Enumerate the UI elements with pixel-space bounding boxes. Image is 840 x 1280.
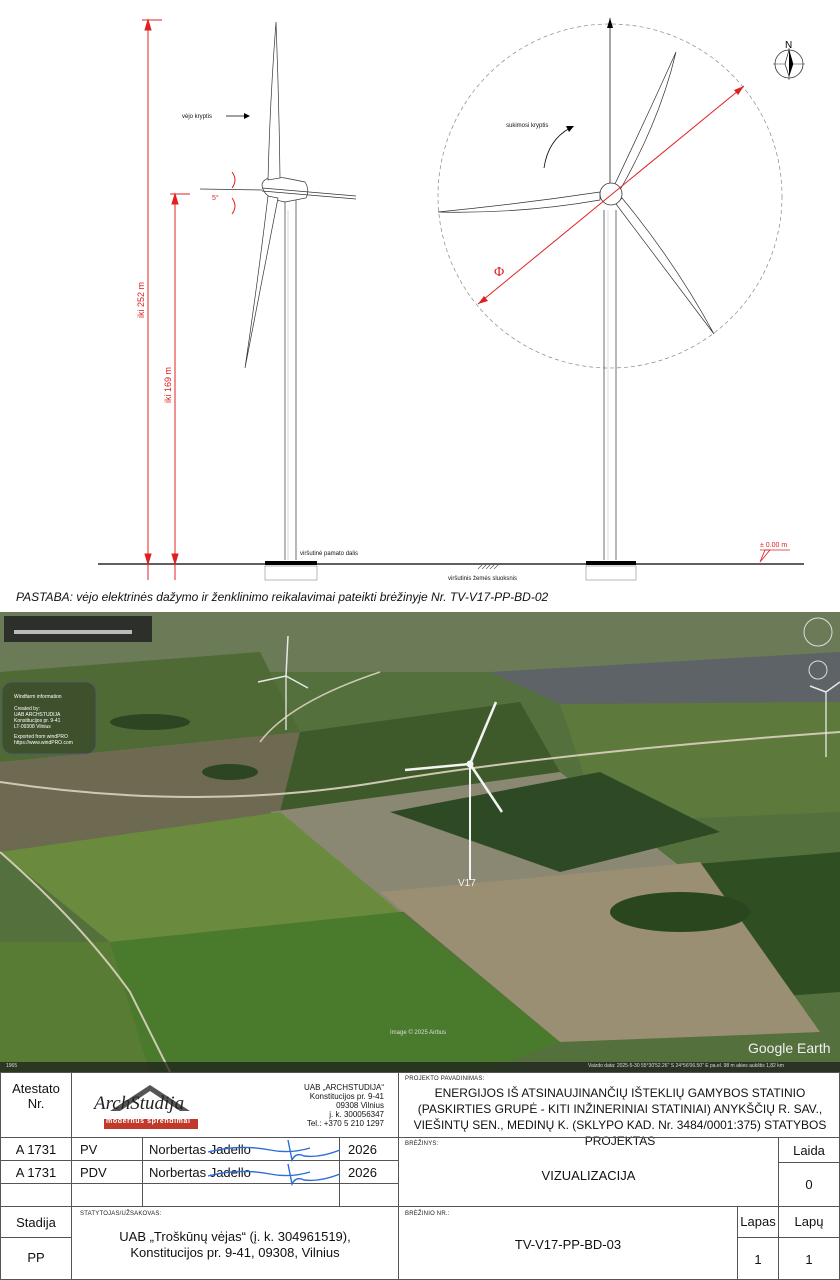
- lapas-label-cell: Lapas: [737, 1206, 779, 1238]
- aerial-svg: [0, 612, 840, 1072]
- tilt-arrow-bottom: [231, 197, 236, 215]
- north-arrow-icon: [773, 48, 805, 80]
- lapu-label: Lapų: [794, 1214, 824, 1229]
- foundation-label: viršutinė pamato dalis: [300, 551, 358, 557]
- laida-value-cell: 0: [778, 1162, 840, 1207]
- lapas-value-cell: 1: [737, 1237, 779, 1280]
- company-code: j. k. 300056347: [329, 1110, 384, 1119]
- zero-level-label: ± 0.00 m: [760, 542, 787, 549]
- drawing-svg: iki 252 m iki 169 m 5° vėjo kryptis virš…: [98, 18, 805, 582]
- company-address: Konstitucijos pr. 9-41: [309, 1092, 384, 1101]
- row2-role: PDV: [80, 1165, 107, 1180]
- row1-cert-cell: A 1731: [0, 1137, 72, 1161]
- row2-role-cell: PDV: [71, 1160, 143, 1184]
- zero-level-marker: [759, 549, 790, 563]
- row1-year: 2026: [348, 1142, 377, 1157]
- row3-role-cell: [71, 1183, 143, 1207]
- row3-cert-cell: [0, 1183, 72, 1207]
- stadija-label: Stadija: [16, 1215, 56, 1230]
- row1-role-cell: PV: [71, 1137, 143, 1161]
- client-cell: STATYTOJAS/UŽSAKOVAS: UAB „Troškūnų vėja…: [71, 1206, 399, 1280]
- logo-text: ArchStudija: [94, 1093, 185, 1114]
- wind-arrow-icon: [226, 113, 250, 119]
- info-url: https://www.windPRO.com: [14, 740, 73, 746]
- drawing-no-label: BRĖŽINIO NR.:: [405, 1211, 450, 1217]
- aerial-view: Windfarm information Created by: UAB ARC…: [0, 612, 840, 1072]
- company-phone: Tel.: +370 5 210 1297: [306, 1119, 384, 1128]
- foundation-left: [264, 561, 318, 581]
- company-city: 09308 Vilnius: [336, 1101, 384, 1110]
- turbine-front-view: [437, 18, 783, 581]
- laida-value: 0: [805, 1177, 813, 1192]
- project-label: PROJEKTO PAVADINIMAS:: [405, 1076, 485, 1082]
- ge-slider[interactable]: [14, 630, 132, 634]
- tilt-angle-label: 5°: [212, 194, 219, 202]
- info-postal: LT-09308 Vilnius: [14, 724, 51, 730]
- turbine-side-view: [199, 21, 357, 560]
- drawing-name-cell: BRĖŽINYS: VIZUALIZACIJA: [398, 1137, 779, 1207]
- north-label: N: [785, 40, 792, 51]
- drawing-no: TV-V17-PP-BD-03: [514, 1237, 622, 1252]
- rotation-direction-label: sukimosi kryptis: [506, 123, 548, 129]
- ge-status-text: Vaizdo data: 2025-5-30 55°30'52.26" S 24…: [588, 1063, 784, 1069]
- hub-height-dimension: [170, 192, 190, 580]
- row1-cert: A 1731: [15, 1142, 57, 1157]
- company-info: UAB „ARCHSTUDIJA“ Konstitucijos pr. 9-41…: [304, 1083, 384, 1128]
- tilt-arrow-top: [231, 171, 236, 189]
- company-cell: ArchStudija modernūs sprendimai UAB „ARC…: [71, 1072, 399, 1138]
- turbine-drawing: iki 252 m iki 169 m 5° vėjo kryptis virš…: [0, 0, 840, 612]
- image-credit: Image © 2025 Airbus: [390, 1030, 447, 1036]
- row1-role: PV: [80, 1142, 98, 1157]
- ge-toolbar[interactable]: [4, 616, 152, 642]
- row2-year: 2026: [348, 1165, 377, 1180]
- title-block: Atestato Nr. ArchStudija modernūs sprend…: [0, 1072, 840, 1280]
- stadija-value-cell: PP: [0, 1237, 72, 1280]
- ground-hatch: [477, 564, 499, 570]
- lapu-label-cell: Lapų: [778, 1206, 840, 1238]
- drawing-note: PASTABA: vėjo elektrinės dažymo ir ženkl…: [16, 590, 549, 604]
- row2-cert: A 1731: [15, 1165, 57, 1180]
- row2-cert-cell: A 1731: [0, 1160, 72, 1184]
- stadija-value: PP: [27, 1250, 45, 1265]
- drawing-label: BRĖŽINYS:: [405, 1141, 439, 1147]
- laida-label-cell: Laida: [778, 1137, 840, 1163]
- company-name: UAB „ARCHSTUDIJA“: [303, 1083, 384, 1092]
- project-cell: PROJEKTO PAVADINIMAS: ENERGIJOS IŠ ATSIN…: [398, 1072, 840, 1148]
- atestato-label: Atestato Nr.: [12, 1081, 60, 1111]
- atestato-cell: Atestato Nr.: [0, 1072, 72, 1138]
- client-label: STATYTOJAS/UŽSAKOVAS:: [80, 1211, 162, 1217]
- total-height-label: iki 252 m: [136, 282, 146, 318]
- rotation-arrow-icon: [543, 126, 574, 169]
- drawing-name: VIZUALIZACIJA: [541, 1168, 636, 1183]
- lapu-value-cell: 1: [778, 1237, 840, 1280]
- drawing-no-cell: BRĖŽINIO NR.: TV-V17-PP-BD-03: [398, 1206, 738, 1280]
- google-earth-brand: Google Earth: [748, 1040, 831, 1056]
- lapu-value: 1: [805, 1252, 813, 1267]
- scale-badge: 1965: [6, 1063, 18, 1069]
- client-address: Konstitucijos pr. 9-41, 09308, Vilnius: [130, 1245, 340, 1260]
- client-name: UAB „Troškūnų vėjas“ (į. k. 304961519),: [119, 1229, 351, 1244]
- lapas-value: 1: [754, 1252, 762, 1267]
- wind-direction-label: vėjo kryptis: [182, 114, 212, 120]
- stadija-label-cell: Stadija: [0, 1206, 72, 1238]
- diameter-symbol: Φ: [494, 265, 504, 280]
- info-title: Windfarm information: [14, 694, 62, 700]
- turbine-label: V17: [458, 878, 476, 889]
- row3-year-cell: [339, 1183, 399, 1207]
- lapas-label: Lapas: [740, 1214, 776, 1229]
- hub-height-label: iki 169 m: [163, 367, 173, 403]
- signature-icon: [207, 1139, 341, 1186]
- row3-name-cell: [142, 1183, 340, 1207]
- logo-tagline: modernūs sprendimai: [106, 1118, 191, 1125]
- laida-label: Laida: [793, 1143, 825, 1158]
- ground-layer-label: viršutinis žemės sluoksnis: [448, 576, 517, 582]
